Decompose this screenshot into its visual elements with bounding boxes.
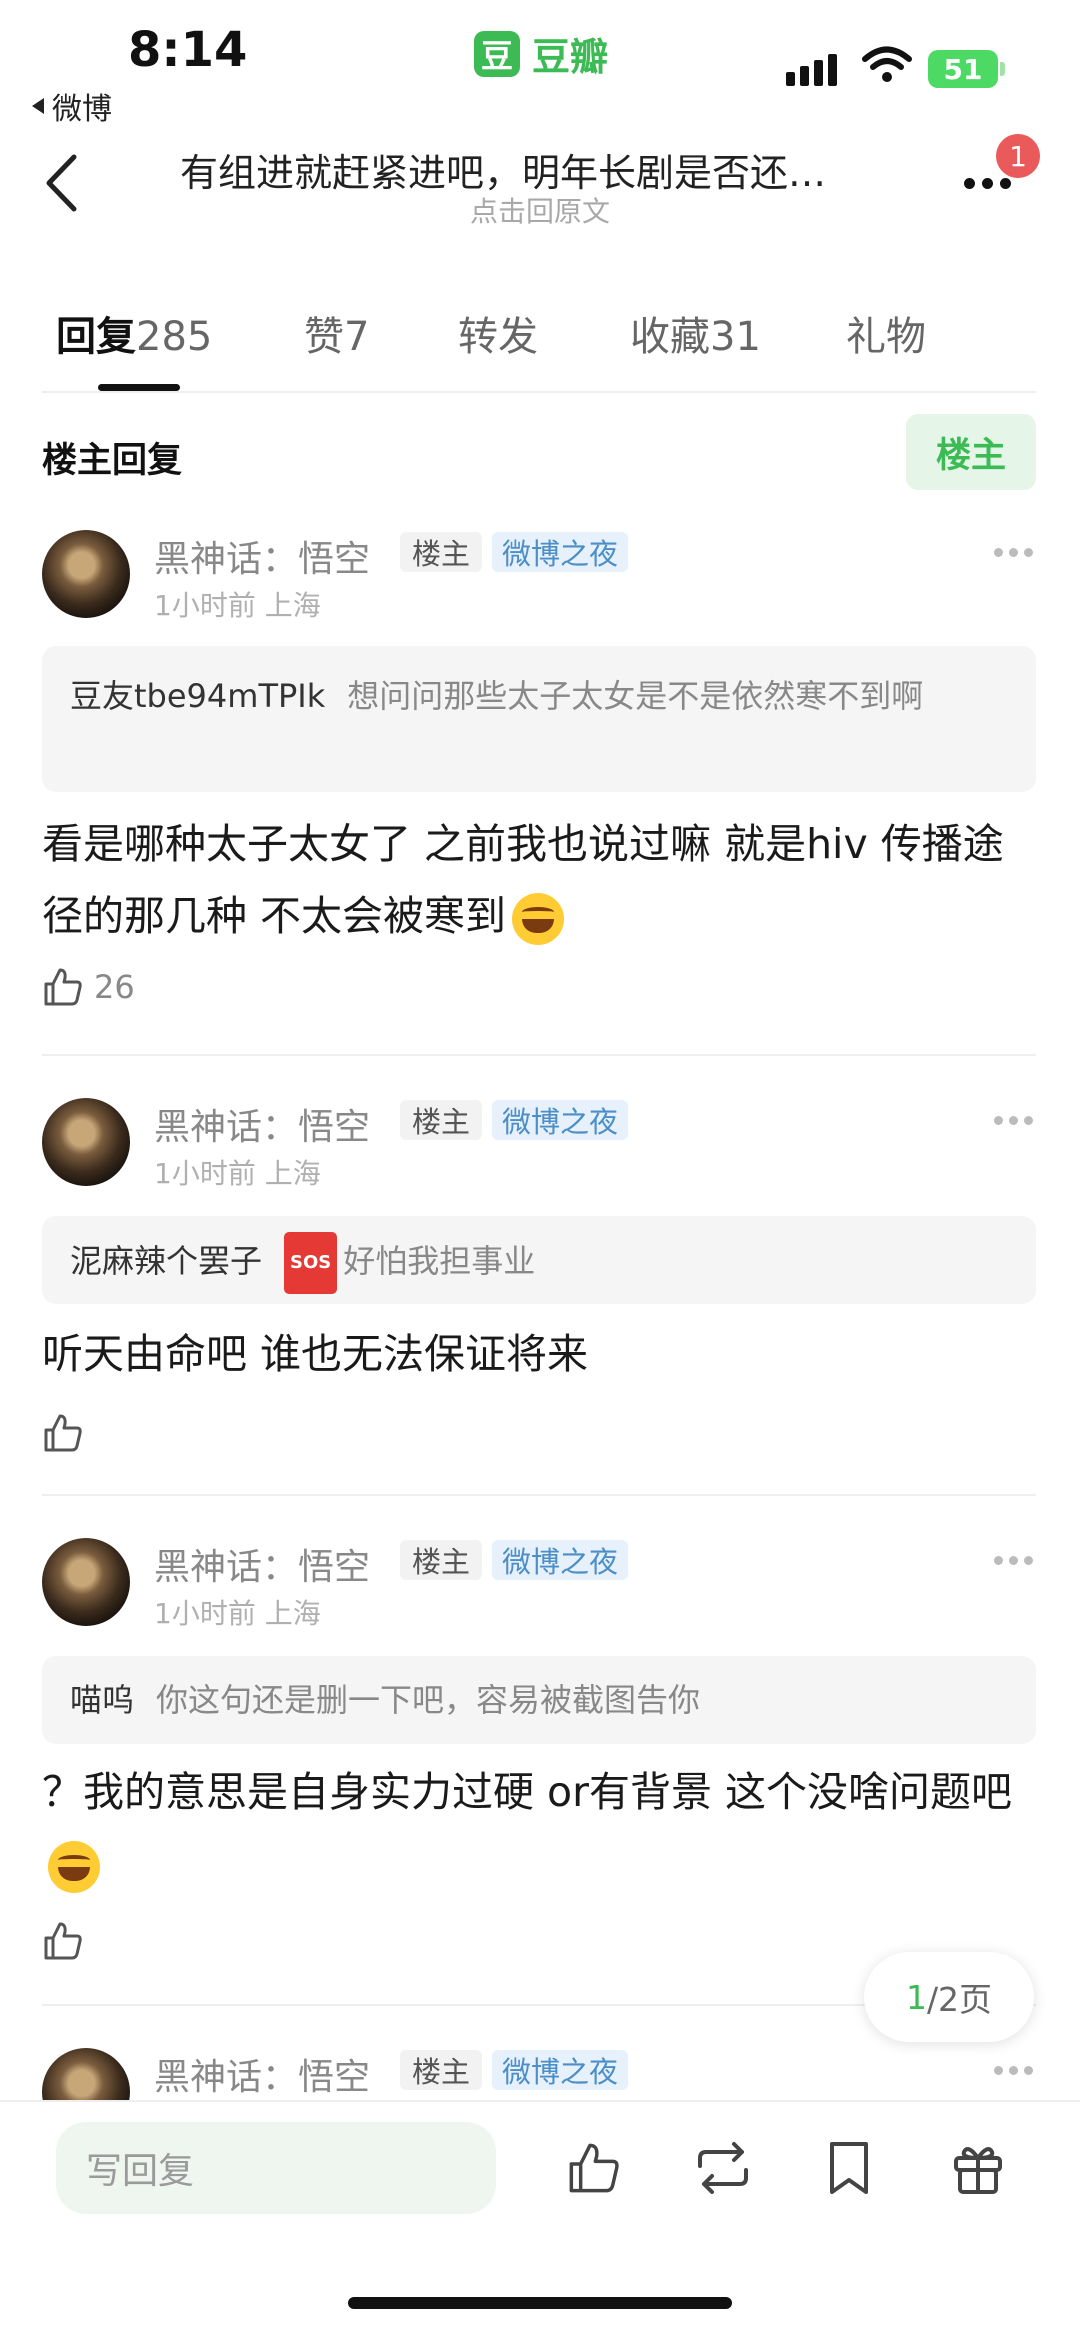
brand-name: 豆瓣 — [532, 35, 609, 79]
quoted-text: 你这句还是删一下吧，容易被截图告你 — [156, 1681, 701, 1719]
tab-label: 转发 — [458, 314, 538, 360]
comment-location: 上海 — [264, 589, 321, 622]
thumbs-up-icon[interactable] — [566, 2140, 622, 2196]
badge[interactable]: 微博之夜 — [492, 532, 629, 572]
section-title: 楼主回复 — [42, 441, 183, 481]
tab-count: 285 — [136, 314, 213, 360]
home-indicator — [348, 2297, 732, 2309]
tab-label: 回复 — [56, 314, 136, 360]
laughing-emoji-icon — [48, 1841, 100, 1893]
active-tab-indicator — [98, 384, 180, 391]
quoted-user[interactable]: 泥麻辣个罢子 — [70, 1242, 262, 1280]
page-indicator[interactable]: 1/2页 — [864, 1952, 1034, 2042]
notification-badge[interactable]: 1 — [996, 134, 1040, 178]
post-title[interactable]: 有组进就赶紧进吧，明年长剧是否还… — [180, 142, 900, 197]
quoted-reply[interactable]: 泥麻辣个罢子 SOS 好怕我担事业 — [42, 1216, 1036, 1304]
gift-icon[interactable] — [950, 2140, 1006, 2196]
comment-meta: 1小时前 上海 — [154, 584, 321, 624]
brand: 豆 豆瓣 — [474, 26, 608, 81]
comment-meta: 1小时前 上海 — [154, 1152, 321, 1192]
comment-text: 看是哪种太子太女了 之前我也说过嘛 就是hiv 传播途径的那几种 不太会被寒到 — [42, 808, 1042, 952]
repost-icon[interactable] — [692, 2140, 754, 2196]
like-button[interactable]: 26 — [42, 966, 135, 1008]
douban-logo-icon: 豆 — [474, 30, 520, 77]
tab-label: 收藏 — [630, 314, 710, 360]
sos-emoji-icon: SOS — [284, 1232, 338, 1294]
tab-reposts[interactable]: 转发 — [458, 304, 538, 362]
badge[interactable]: 微博之夜 — [492, 2050, 629, 2090]
reply-input[interactable]: 写回复 — [56, 2122, 496, 2214]
like-button[interactable] — [42, 1412, 94, 1454]
comment-text: ？我的意思是自身实力过硬 or有背景 这个没啥问题吧 — [42, 1756, 1042, 1900]
op-tag: 楼主 — [400, 1100, 483, 1140]
tab-replies[interactable]: 回复285 — [56, 304, 212, 362]
like-button[interactable] — [42, 1920, 84, 1962]
badge[interactable]: 微博之夜 — [492, 1540, 629, 1580]
username[interactable]: 黑神话：悟空 — [154, 530, 370, 582]
comment-location: 上海 — [264, 1597, 321, 1630]
tab-likes[interactable]: 赞7 — [304, 304, 369, 362]
back-to-original-link[interactable]: 点击回原文 — [0, 190, 1080, 230]
battery-tip — [1000, 62, 1005, 76]
comment-more-icon[interactable] — [994, 1556, 1033, 1565]
badge[interactable]: 微博之夜 — [492, 1100, 629, 1140]
comment-meta: 1小时前 上海 — [154, 1592, 321, 1632]
avatar[interactable] — [42, 530, 130, 618]
status-time: 8:14 — [128, 22, 248, 78]
comment-more-icon[interactable] — [994, 1116, 1033, 1125]
back-triangle-icon — [32, 98, 44, 114]
laughing-emoji-icon — [512, 893, 565, 945]
back-to-app-link[interactable]: 微博 — [32, 84, 112, 128]
divider — [42, 1054, 1036, 1056]
tab-collections[interactable]: 收藏31 — [630, 304, 761, 362]
username[interactable]: 黑神话：悟空 — [154, 2048, 370, 2100]
avatar[interactable] — [42, 1098, 130, 1186]
op-tag: 楼主 — [400, 2050, 483, 2090]
tab-gifts[interactable]: 礼物 — [846, 304, 926, 362]
username[interactable]: 黑神话：悟空 — [154, 1538, 370, 1590]
battery-level: 51 — [943, 52, 983, 86]
comment-time: 1小时前 — [154, 589, 256, 622]
comment-more-icon[interactable] — [994, 2066, 1033, 2075]
comment-text-content: ？我的意思是自身实力过硬 or有背景 这个没啥问题吧 — [42, 1768, 1013, 1816]
tab-count: 7 — [344, 314, 370, 360]
op-filter-button[interactable]: 楼主 — [906, 414, 1036, 490]
quoted-user[interactable]: 豆友tbe94mTPIk — [70, 677, 325, 715]
total-pages: /2页 — [926, 1980, 993, 2019]
quoted-user[interactable]: 喵呜 — [70, 1681, 134, 1719]
op-tag: 楼主 — [400, 532, 483, 572]
comment-location: 上海 — [264, 1157, 321, 1190]
divider — [42, 391, 1036, 393]
op-tag: 楼主 — [400, 1540, 483, 1580]
current-page: 1 — [905, 1977, 927, 2017]
thumbs-up-icon — [44, 968, 82, 1006]
comment-text: 听天由命吧 谁也无法保证将来 — [42, 1318, 1042, 1390]
like-count: 26 — [94, 968, 135, 1006]
quoted-reply[interactable]: 喵呜 你这句还是删一下吧，容易被截图告你 — [42, 1656, 1036, 1744]
wifi-icon — [862, 46, 912, 82]
tab-count: 31 — [710, 314, 761, 360]
cellular-signal-icon — [786, 54, 837, 86]
thumbs-up-icon — [44, 1414, 82, 1452]
quoted-reply[interactable]: 豆友tbe94mTPIk 想问问那些太子太女是不是依然寒不到啊 — [42, 646, 1036, 792]
tab-label: 礼物 — [846, 314, 926, 360]
avatar[interactable] — [42, 1538, 130, 1626]
comment-more-icon[interactable] — [994, 548, 1033, 557]
more-options-icon[interactable] — [964, 178, 1011, 189]
comment-time: 1小时前 — [154, 1157, 256, 1190]
username[interactable]: 黑神话：悟空 — [154, 1098, 370, 1150]
bookmark-icon[interactable] — [826, 2140, 872, 2196]
comment-time: 1小时前 — [154, 1597, 256, 1630]
comment-text-content: 听天由命吧 谁也无法保证将来 — [42, 1330, 589, 1378]
divider — [42, 1494, 1036, 1496]
battery-icon: 51 — [928, 50, 998, 88]
quoted-text: 想问问那些太子太女是不是依然寒不到啊 — [347, 677, 924, 715]
thumbs-up-icon — [44, 1922, 82, 1960]
back-app-label: 微博 — [52, 92, 112, 127]
quoted-text: 好怕我担事业 — [343, 1242, 536, 1280]
tab-label: 赞 — [304, 314, 344, 360]
